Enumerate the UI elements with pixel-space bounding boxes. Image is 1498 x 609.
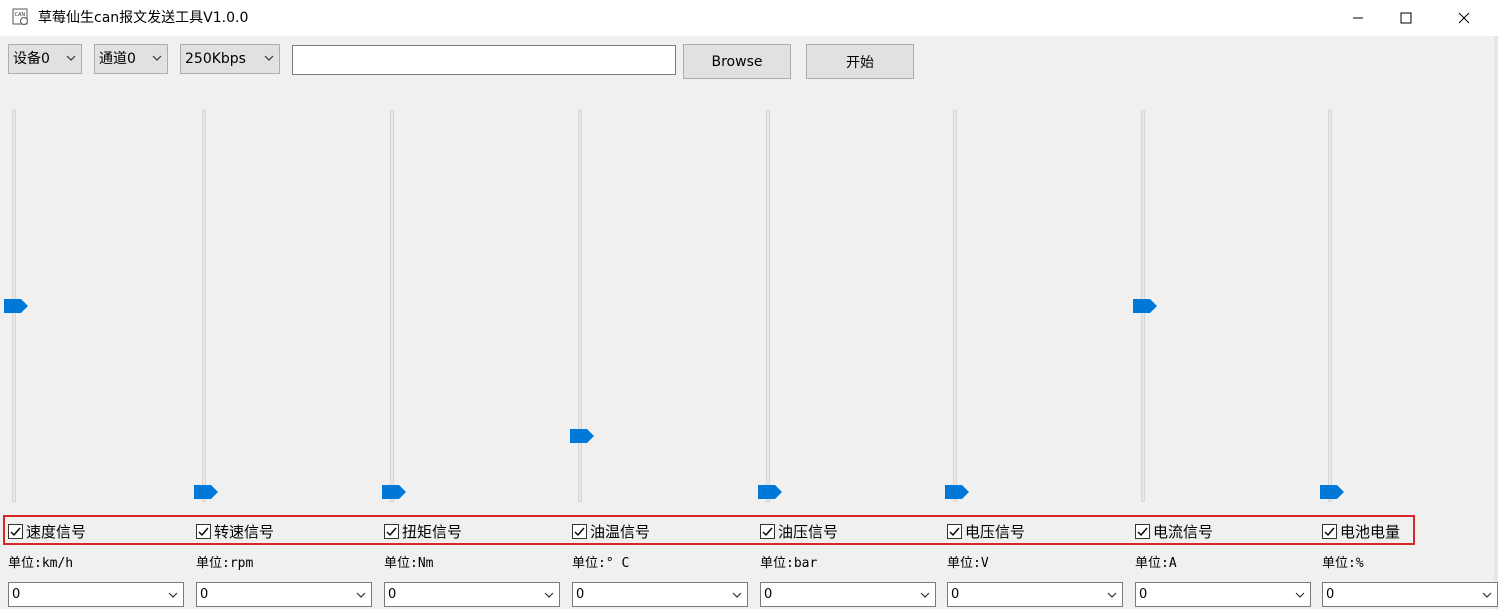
minimize-button[interactable] [1335, 0, 1381, 36]
slider-thumb-6[interactable] [945, 485, 969, 499]
slider-track-5[interactable] [766, 110, 770, 502]
chevron-down-icon [152, 55, 162, 61]
window-edge [1494, 36, 1498, 609]
slider-thumb-7[interactable] [1133, 299, 1157, 313]
maximize-button[interactable] [1383, 0, 1429, 36]
slider-track-3[interactable] [390, 110, 394, 502]
slider-thumb-2[interactable] [194, 485, 218, 499]
device-select[interactable]: 设备0 [8, 44, 82, 74]
slider-thumb-4[interactable] [570, 429, 594, 444]
slider-thumb-8[interactable] [1320, 485, 1344, 499]
value-combobox-text: 0 [1326, 587, 1335, 602]
chevron-down-icon [66, 55, 76, 61]
signal-checkbox-highlight-frame [3, 515, 1415, 545]
slider-track-2[interactable] [202, 110, 206, 502]
close-button[interactable] [1441, 0, 1487, 36]
chevron-down-icon [356, 592, 366, 598]
slider-track-8[interactable] [1328, 110, 1332, 502]
channel-select[interactable]: 通道0 [94, 44, 168, 74]
unit-label: 单位:km/h [8, 556, 74, 571]
unit-label: 单位:rpm [196, 556, 254, 571]
window-title: 草莓仙生can报文发送工具V1.0.0 [38, 10, 249, 26]
close-icon [1458, 12, 1470, 24]
value-combobox[interactable]: 0 [1322, 582, 1498, 607]
value-combobox[interactable]: 0 [196, 582, 372, 607]
browse-button[interactable]: Browse [683, 44, 791, 79]
value-combobox[interactable]: 0 [1135, 582, 1311, 607]
slider-thumb-5[interactable] [758, 485, 782, 499]
unit-label: 单位:V [947, 556, 989, 571]
chevron-down-icon [1107, 592, 1117, 598]
maximize-icon [1400, 12, 1412, 24]
title-bar: CAN 草莓仙生can报文发送工具V1.0.0 [0, 0, 1498, 37]
value-combobox-text: 0 [388, 587, 397, 602]
chevron-down-icon [264, 55, 274, 61]
file-path-input[interactable] [292, 45, 676, 75]
value-combobox-text: 0 [12, 587, 21, 602]
slider-thumb-3[interactable] [382, 485, 406, 499]
value-combobox[interactable]: 0 [384, 582, 560, 607]
chevron-down-icon [1482, 592, 1492, 598]
unit-label: 单位:Nm [384, 556, 434, 571]
baudrate-select-value: 250Kbps [185, 51, 246, 67]
device-select-value: 设备0 [13, 51, 50, 67]
value-combobox-text: 0 [764, 587, 773, 602]
unit-label: 单位:A [1135, 556, 1177, 571]
chevron-down-icon [732, 592, 742, 598]
chevron-down-icon [168, 592, 178, 598]
unit-label: 单位:% [1322, 556, 1364, 571]
channel-select-value: 通道0 [99, 51, 136, 67]
value-combobox[interactable]: 0 [947, 582, 1123, 607]
baudrate-select[interactable]: 250Kbps [180, 44, 280, 74]
slider-track-6[interactable] [953, 110, 957, 502]
value-combobox[interactable]: 0 [760, 582, 936, 607]
unit-label: 单位:bar [760, 556, 818, 571]
value-combobox-text: 0 [576, 587, 585, 602]
slider-track-4[interactable] [578, 110, 582, 502]
chevron-down-icon [1295, 592, 1305, 598]
chevron-down-icon [920, 592, 930, 598]
value-combobox[interactable]: 0 [8, 582, 184, 607]
slider-thumb-1[interactable] [4, 299, 28, 313]
app-icon: CAN [12, 8, 28, 25]
chevron-down-icon [544, 592, 554, 598]
minimize-icon [1353, 17, 1363, 19]
value-combobox-text: 0 [1139, 587, 1148, 602]
start-button[interactable]: 开始 [806, 44, 914, 79]
value-combobox-text: 0 [200, 587, 209, 602]
unit-label: 单位:° C [572, 556, 630, 571]
value-combobox[interactable]: 0 [572, 582, 748, 607]
value-combobox-text: 0 [951, 587, 960, 602]
